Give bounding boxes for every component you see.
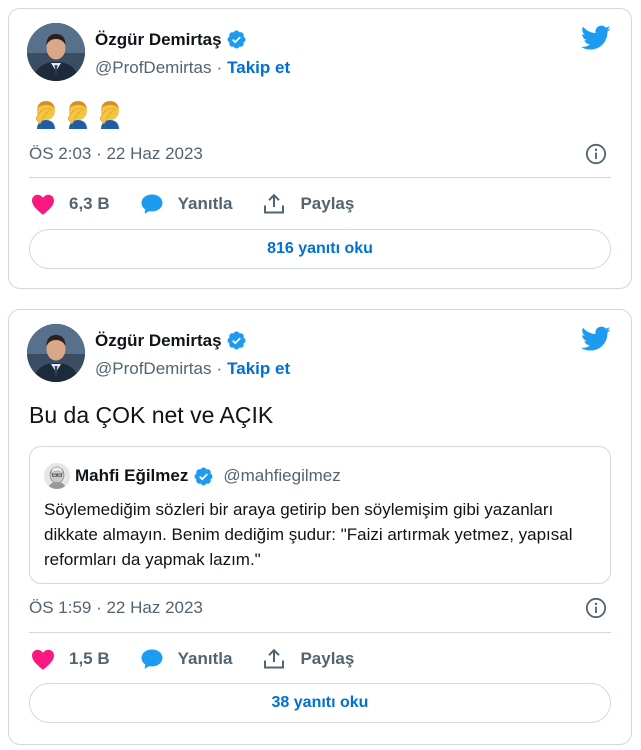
separator-dot: · — [216, 359, 223, 378]
divider — [29, 177, 611, 178]
tweet-text: Bu da ÇOK net ve AÇIK — [29, 402, 274, 428]
reply-button[interactable]: Yanıtla — [140, 648, 233, 670]
tweet-card-2: Özgür Demirtaş @ProfDemirtas · Takip et … — [8, 309, 632, 745]
reply-bubble-icon — [140, 648, 164, 670]
author-handle[interactable]: @ProfDemirtas — [95, 359, 211, 379]
read-replies-button[interactable]: 816 yanıtı oku — [29, 229, 611, 269]
author-name-row: Özgür Demirtaş — [95, 330, 247, 351]
tweet-timestamp[interactable]: ÖS 1:59 · 22 Haz 2023 — [29, 598, 203, 618]
heart-icon — [31, 648, 55, 670]
share-icon — [262, 193, 286, 215]
quoted-avatar — [44, 463, 70, 489]
like-button[interactable]: 6,3 B — [31, 193, 110, 215]
reply-bubble-icon — [140, 193, 164, 215]
quoted-author-name: Mahfi Eğilmez — [75, 466, 189, 485]
follow-link[interactable]: Takip et — [227, 58, 290, 78]
tweet-actions: 1,5 B Yanıtla Paylaş — [31, 648, 384, 670]
separator-dot: · — [216, 58, 223, 77]
reply-button[interactable]: Yanıtla — [140, 193, 233, 215]
man-facepalming-emoji-icon — [95, 99, 125, 131]
avatar[interactable] — [27, 324, 85, 382]
share-label: Paylaş — [300, 194, 355, 213]
share-label: Paylaş — [300, 649, 355, 668]
quoted-tweet-header: Mahfi Eğilmez @mahfiegilmez — [44, 463, 341, 489]
like-count: 6,3 B — [69, 194, 110, 213]
man-facepalming-emoji-icon — [31, 99, 61, 131]
author-handle[interactable]: @ProfDemirtas — [95, 58, 211, 78]
verified-badge-icon — [193, 466, 214, 487]
author-name-row: Özgür Demirtaş — [95, 29, 247, 50]
share-button[interactable]: Paylaş — [262, 648, 354, 670]
verified-badge-icon — [226, 29, 247, 50]
read-replies-button[interactable]: 38 yanıtı oku — [29, 683, 611, 723]
man-facepalming-emoji-icon — [63, 99, 93, 131]
reply-label: Yanıtla — [177, 194, 233, 213]
quoted-author-handle: @mahfiegilmez — [223, 466, 341, 485]
divider — [29, 632, 611, 633]
info-icon[interactable] — [585, 143, 607, 165]
tweet-actions: 6,3 B Yanıtla Paylaş — [31, 193, 384, 215]
like-button[interactable]: 1,5 B — [31, 648, 110, 670]
twitter-bird-icon[interactable] — [581, 25, 611, 51]
reply-label: Yanıtla — [177, 649, 233, 668]
verified-badge-icon — [226, 330, 247, 351]
tweet-emoji-text — [31, 99, 125, 131]
author-name[interactable]: Özgür Demirtaş — [95, 30, 222, 50]
quoted-tweet[interactable]: Mahfi Eğilmez @mahfiegilmez Söylemediğim… — [29, 446, 611, 584]
tweet-timestamp[interactable]: ÖS 2:03 · 22 Haz 2023 — [29, 144, 203, 164]
avatar[interactable] — [27, 23, 85, 81]
author-handle-row: @ProfDemirtas · Takip et — [95, 359, 290, 379]
share-icon — [262, 648, 286, 670]
author-name[interactable]: Özgür Demirtaş — [95, 331, 222, 351]
info-icon[interactable] — [585, 597, 607, 619]
follow-link[interactable]: Takip et — [227, 359, 290, 379]
author-handle-row: @ProfDemirtas · Takip et — [95, 58, 290, 78]
twitter-bird-icon[interactable] — [581, 326, 611, 352]
share-button[interactable]: Paylaş — [262, 193, 354, 215]
tweet-card-1: Özgür Demirtaş @ProfDemirtas · Takip et … — [8, 8, 632, 289]
quoted-tweet-text: Söylemediğim sözleri bir araya getirip b… — [44, 500, 573, 569]
like-count: 1,5 B — [69, 649, 110, 668]
heart-icon — [31, 193, 55, 215]
